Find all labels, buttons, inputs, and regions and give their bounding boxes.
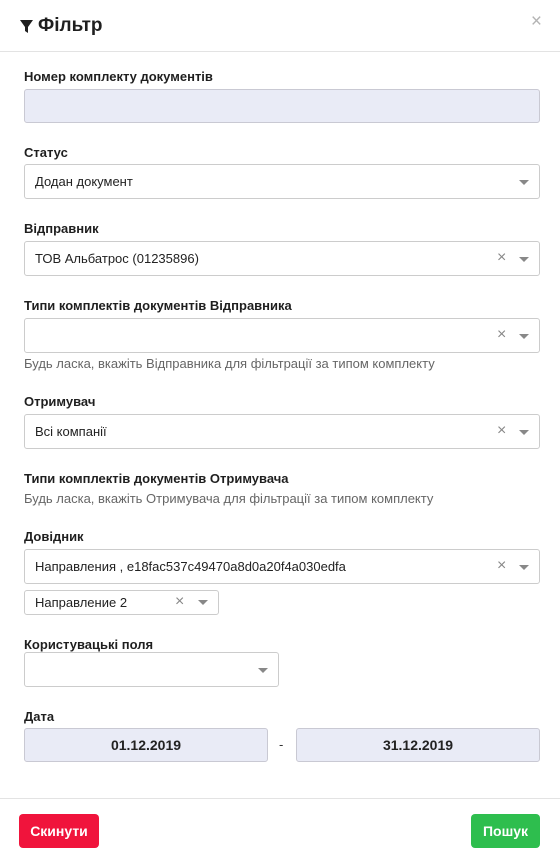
filter-header: Фільтр × xyxy=(0,0,560,52)
clear-icon[interactable]: × xyxy=(497,250,506,266)
date-separator: - xyxy=(279,737,284,752)
page-title: Фільтр xyxy=(38,15,103,36)
status-label: Статус xyxy=(24,145,68,160)
search-button[interactable]: Пошук xyxy=(471,814,540,848)
filter-footer: Скинути Пошук xyxy=(0,798,560,863)
sender-set-types-label: Типи комплектів документів Відправника xyxy=(24,298,292,313)
reset-button[interactable]: Скинути xyxy=(19,814,99,848)
receiver-select[interactable]: Всі компанії × xyxy=(24,414,540,449)
filter-icon xyxy=(19,19,34,34)
title-wrap: Фільтр xyxy=(19,15,103,37)
chevron-down-icon[interactable] xyxy=(198,600,208,605)
receiver-set-types-hint: Будь ласка, вкажіть Отримувача для фільт… xyxy=(24,491,434,506)
sender-select[interactable]: ТОВ Альбатрос (01235896) × xyxy=(24,241,540,276)
directory-sub-value: Направление 2 xyxy=(35,595,128,610)
chevron-down-icon[interactable] xyxy=(519,565,529,570)
doc-set-number-input[interactable] xyxy=(24,89,540,123)
sender-set-types-hint: Будь ласка, вкажіть Відправника для філь… xyxy=(24,356,435,371)
status-select[interactable]: Додан документ xyxy=(24,164,540,199)
chevron-down-icon[interactable] xyxy=(519,430,529,435)
directory-select[interactable]: Направления , e18fac537c49470a8d0a20f4a0… xyxy=(24,549,540,584)
clear-icon[interactable]: × xyxy=(175,594,184,610)
receiver-label: Отримувач xyxy=(24,394,96,409)
date-label: Дата xyxy=(24,709,55,724)
chevron-down-icon[interactable] xyxy=(258,668,268,673)
custom-fields-label: Користувацькі поля xyxy=(24,637,154,652)
doc-set-number-label: Номер комплекту документів xyxy=(24,69,213,84)
custom-fields-select[interactable] xyxy=(24,652,279,687)
chevron-down-icon[interactable] xyxy=(519,180,529,185)
date-to-input[interactable]: 31.12.2019 xyxy=(296,728,540,762)
close-icon[interactable]: × xyxy=(531,12,542,31)
clear-icon[interactable]: × xyxy=(497,327,506,343)
chevron-down-icon[interactable] xyxy=(519,257,529,262)
sender-set-types-select[interactable]: × xyxy=(24,318,540,353)
chevron-down-icon[interactable] xyxy=(519,334,529,339)
clear-icon[interactable]: × xyxy=(497,558,506,574)
receiver-value: Всі компанії xyxy=(35,424,107,439)
sender-value: ТОВ Альбатрос (01235896) xyxy=(35,251,199,266)
date-from-input[interactable]: 01.12.2019 xyxy=(24,728,268,762)
sender-label: Відправник xyxy=(24,221,99,236)
clear-icon[interactable]: × xyxy=(497,423,506,439)
status-value: Додан документ xyxy=(35,174,133,189)
directory-label: Довідник xyxy=(24,529,84,544)
receiver-set-types-label: Типи комплектів документів Отримувача xyxy=(24,471,289,486)
directory-value: Направления , e18fac537c49470a8d0a20f4a0… xyxy=(35,559,346,574)
directory-sub-select[interactable]: Направление 2 × xyxy=(24,590,219,615)
